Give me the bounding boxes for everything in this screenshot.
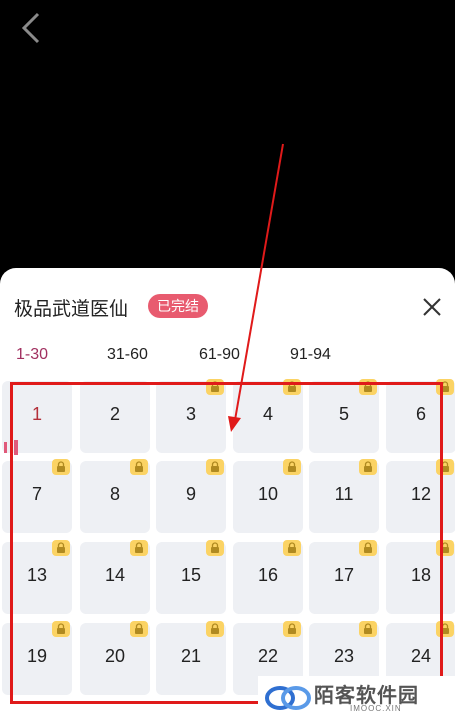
chapter-number: 18: [410, 565, 432, 585]
chapter-grid: 1 2 3 4 5 6 7 8 9 10 11 12 13 14 15 16 17 18 19 20 21 22 23 24: [0, 379, 455, 720]
chapter-number: 12: [410, 484, 432, 504]
chapter-number: 1: [31, 404, 42, 424]
status-badge: 已完结: [148, 294, 208, 318]
chapter-cell[interactable]: 8: [80, 459, 150, 533]
chapter-cell[interactable]: 12: [386, 459, 455, 533]
chapter-cell[interactable]: 15: [156, 540, 226, 614]
chapter-cell[interactable]: 3: [156, 379, 226, 453]
chapter-number: 6: [415, 404, 426, 424]
lock-icon: [52, 540, 70, 556]
chapter-number: 7: [31, 484, 42, 504]
lock-icon: [283, 459, 301, 475]
chapter-range-tabs: 1-30 31-60 61-90 91-94: [0, 340, 455, 370]
tab-31-60[interactable]: 31-60: [107, 346, 148, 364]
lock-icon: [52, 621, 70, 637]
chapter-number: 8: [109, 484, 120, 504]
lock-icon: [436, 459, 454, 475]
lock-icon: [206, 379, 224, 395]
chapter-cell[interactable]: 19: [2, 621, 72, 695]
chapter-cell[interactable]: 16: [233, 540, 303, 614]
lock-icon: [283, 379, 301, 395]
chapter-number: 21: [180, 646, 202, 666]
chapter-number: 24: [410, 646, 432, 666]
lock-icon: [436, 621, 454, 637]
chapter-cell[interactable]: 2: [80, 381, 150, 453]
chapter-cell[interactable]: 18: [386, 540, 455, 614]
chapter-number: 23: [333, 646, 355, 666]
lock-icon: [359, 621, 377, 637]
chapter-number: 17: [333, 565, 355, 585]
chapter-number: 13: [26, 565, 48, 585]
back-chevron-icon[interactable]: [16, 10, 56, 50]
chapter-cell[interactable]: 4: [233, 379, 303, 453]
chapter-cell[interactable]: 7: [2, 459, 72, 533]
chapter-number: 14: [104, 565, 126, 585]
lock-icon: [359, 379, 377, 395]
chapter-number: 3: [185, 404, 196, 424]
lock-icon: [206, 621, 224, 637]
lock-icon: [130, 540, 148, 556]
tab-91-94[interactable]: 91-94: [290, 346, 331, 364]
chapter-number: 16: [257, 565, 279, 585]
chapter-number: 19: [26, 646, 48, 666]
lock-icon: [359, 540, 377, 556]
lock-icon: [359, 459, 377, 475]
chapter-cell[interactable]: 13: [2, 540, 72, 614]
lock-icon: [130, 459, 148, 475]
lock-icon: [130, 621, 148, 637]
chapter-cell[interactable]: 9: [156, 459, 226, 533]
chapter-number: 9: [185, 484, 196, 504]
chapter-number: 10: [257, 484, 279, 504]
chapter-number: 2: [109, 404, 120, 424]
watermark-url: IMOOC.XIN: [350, 704, 402, 713]
lock-icon: [283, 540, 301, 556]
chapter-cell[interactable]: 14: [80, 540, 150, 614]
chapter-number: 5: [338, 404, 349, 424]
lock-icon: [283, 621, 301, 637]
chapter-number: 20: [104, 646, 126, 666]
tab-1-30[interactable]: 1-30: [16, 346, 48, 364]
watermark: 陌客软件园 IMOOC.XIN: [258, 676, 455, 720]
watermark-logo-icon: [265, 686, 311, 710]
chapter-list-sheet: 极品武道医仙 已完结 1-30 31-60 61-90 91-94 123456…: [0, 268, 455, 720]
chapter-number: 11: [334, 484, 354, 504]
chapter-number: 15: [180, 565, 202, 585]
chapter-number: 22: [257, 646, 279, 666]
lock-icon: [52, 459, 70, 475]
chapter-number: 4: [262, 404, 273, 424]
chapter-cell[interactable]: 11: [309, 459, 379, 533]
lock-icon: [436, 540, 454, 556]
lock-icon: [206, 540, 224, 556]
chapter-cell[interactable]: 5: [309, 379, 379, 453]
side-handle-icon: [4, 440, 18, 455]
chapter-cell[interactable]: 21: [156, 621, 226, 695]
lock-icon: [206, 459, 224, 475]
chapter-cell[interactable]: 6: [386, 379, 455, 453]
lock-icon: [436, 379, 454, 395]
chapter-cell[interactable]: 20: [80, 621, 150, 695]
book-title: 极品武道医仙: [14, 299, 129, 320]
tab-61-90[interactable]: 61-90: [199, 346, 240, 364]
chapter-cell[interactable]: 10: [233, 459, 303, 533]
chapter-cell[interactable]: 17: [309, 540, 379, 614]
close-icon[interactable]: [417, 292, 447, 322]
